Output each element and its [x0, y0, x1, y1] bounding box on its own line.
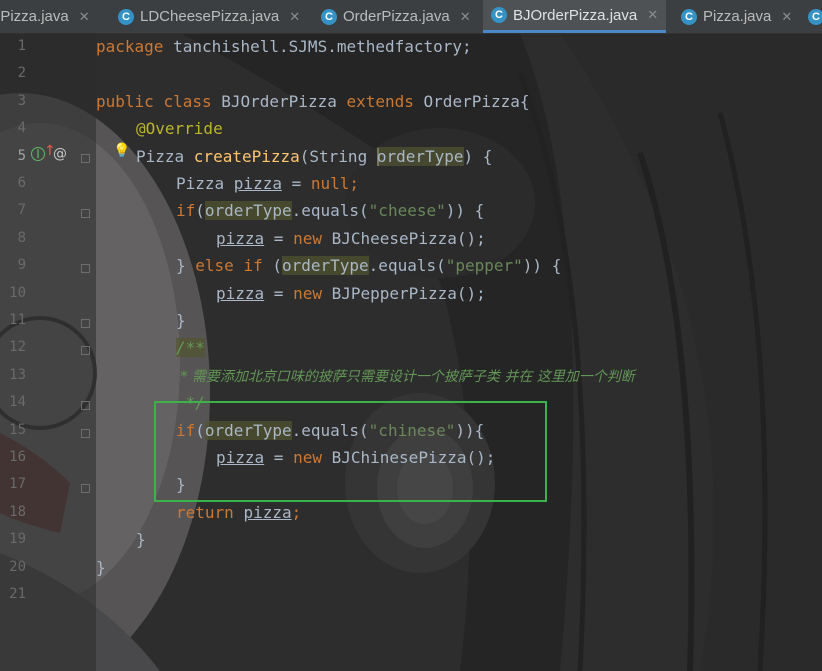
code-line-6: Pizza pizza = null;	[176, 174, 360, 193]
java-class-icon: C	[681, 8, 697, 25]
line-number-current: 5	[17, 147, 26, 164]
close-icon[interactable]: ✕	[289, 9, 300, 25]
code-editor[interactable]: package tanchishell.SJMS.methedfactory; …	[96, 33, 822, 671]
code-line-13: * 需要添加北京口味的披萨只需要设计一个披萨子类 并在 这里加一个判断	[176, 368, 635, 385]
tab-overflow[interactable]: C	[800, 0, 822, 33]
overrides-method-icon[interactable]: I	[31, 147, 45, 161]
fold-marker-icon[interactable]	[81, 319, 90, 328]
code-line-19: }	[136, 530, 146, 550]
line-number: 18	[9, 503, 26, 520]
line-number: 19	[9, 531, 26, 548]
code-line-1: package tanchishell.SJMS.methedfactory;	[96, 37, 472, 56]
fold-marker-icon[interactable]	[81, 484, 90, 493]
code-line-18: return pizza;	[176, 502, 302, 522]
tab-label: ePizza.java	[0, 8, 69, 25]
close-icon[interactable]: ✕	[460, 9, 471, 25]
tab-ldcheesepizza[interactable]: C LDCheesePizza.java ✕	[110, 0, 308, 33]
editor-tab-bar: ePizza.java ✕ C LDCheesePizza.java ✕ C O…	[0, 0, 822, 34]
code-line-10: pizza = new BJPepperPizza();	[216, 283, 486, 303]
tab-label: LDCheesePizza.java	[140, 8, 280, 25]
fold-marker-icon[interactable]	[81, 209, 90, 218]
line-number: 6	[17, 175, 26, 191]
code-line-8: pizza = new BJCheesePizza();	[216, 228, 486, 248]
tab-bjorderpizza[interactable]: C BJOrderPizza.java ✕	[483, 0, 667, 33]
fold-marker-icon[interactable]	[81, 346, 90, 355]
lightbulb-icon[interactable]: 💡	[113, 143, 130, 159]
code-line-4: @Override	[136, 119, 223, 139]
tab-label: Pizza.java	[703, 8, 772, 25]
fold-marker-icon[interactable]	[81, 401, 90, 410]
fold-marker-icon[interactable]	[81, 154, 90, 163]
line-number: 15	[9, 421, 26, 438]
line-number-gutter[interactable]: 1 2 3 4 5 6 7 8 9 10 11 12 13 14 15 16 1…	[0, 33, 96, 671]
tab-label: BJOrderPizza.java	[513, 6, 638, 24]
line-number: 21	[9, 586, 26, 602]
line-number: 4	[17, 120, 26, 137]
at-sign-icon[interactable]: @	[53, 146, 67, 162]
close-icon[interactable]: ✕	[647, 7, 658, 23]
line-number: 11	[9, 312, 26, 328]
code-line-3: public class BJOrderPizza extends OrderP…	[96, 91, 530, 111]
line-number: 20	[9, 558, 26, 575]
close-icon[interactable]: ✕	[79, 9, 90, 25]
line-number: 13	[9, 366, 26, 383]
code-line-5: Pizza createPizza(String orderType) {	[136, 146, 493, 167]
line-number: 9	[17, 257, 26, 274]
line-number: 12	[9, 339, 26, 356]
green-highlight-box	[154, 401, 547, 502]
java-class-icon: C	[118, 8, 134, 25]
code-line-9: } else if (orderType.equals("pepper")) {	[176, 256, 562, 276]
line-number: 14	[9, 394, 26, 411]
line-number: 3	[17, 92, 26, 109]
tab-pizza[interactable]: C Pizza.java ✕	[673, 0, 800, 33]
java-class-icon: C	[808, 8, 822, 25]
line-number: 1	[17, 38, 26, 54]
line-number: 7	[17, 202, 26, 219]
java-class-icon: C	[491, 7, 507, 23]
ide-window: ePizza.java ✕ C LDCheesePizza.java ✕ C O…	[0, 0, 822, 671]
line-number: 8	[17, 229, 26, 246]
line-number: 17	[9, 476, 26, 493]
tab-label: OrderPizza.java	[343, 8, 450, 25]
tab-orderpizza[interactable]: C OrderPizza.java ✕	[313, 0, 479, 33]
close-icon[interactable]: ✕	[781, 9, 792, 25]
line-number: 2	[17, 65, 26, 82]
line-number: 16	[9, 449, 26, 465]
fold-marker-icon[interactable]	[81, 264, 90, 273]
code-line-7: if(orderType.equals("cheese")) {	[176, 201, 485, 221]
java-class-icon: C	[321, 8, 337, 25]
line-number: 10	[9, 284, 26, 301]
code-line-12: /**	[176, 338, 205, 358]
code-line-11: }	[176, 311, 186, 330]
tab-epizza[interactable]: ePizza.java ✕	[0, 0, 98, 33]
code-line-20: }	[96, 557, 106, 577]
fold-marker-icon[interactable]	[81, 429, 90, 438]
